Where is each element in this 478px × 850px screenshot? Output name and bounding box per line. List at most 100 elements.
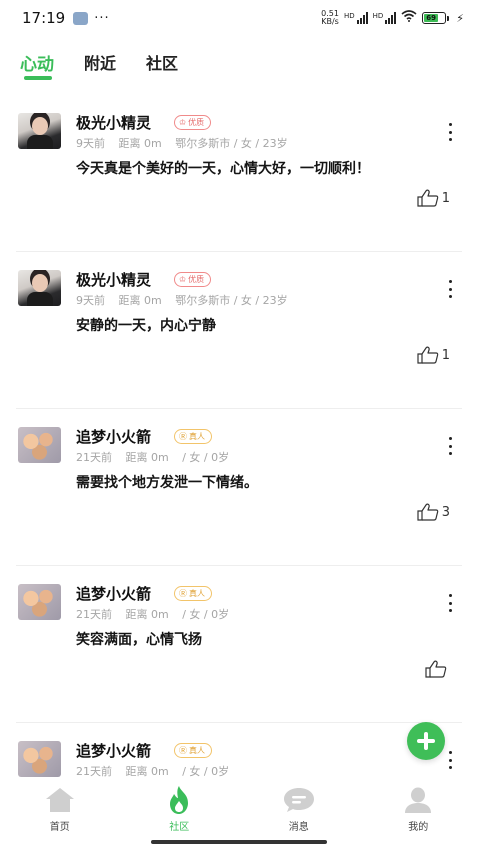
badge-label: 真人 xyxy=(189,432,205,441)
tab-community[interactable]: 社区 xyxy=(146,50,178,80)
username[interactable]: 追梦小火箭 xyxy=(76,426,151,447)
notification-app-icon xyxy=(73,11,89,25)
like-button[interactable] xyxy=(425,660,450,678)
more-options-icon[interactable] xyxy=(444,280,456,298)
post-meta: 21天前 距离 0m / 女 / 0岁 xyxy=(76,763,239,779)
flame-icon xyxy=(162,786,196,814)
post-distance: 距离 0m xyxy=(118,294,162,307)
nav-label: 我的 xyxy=(408,822,429,833)
premium-badge: ♔ 优质 xyxy=(174,115,212,130)
post-time: 21天前 xyxy=(76,451,112,464)
post-distance: 距离 0m xyxy=(125,608,169,621)
post-time: 9天前 xyxy=(76,137,105,150)
signal-icon: HD xyxy=(344,12,368,24)
post-content: 笑容满面，心情飞扬 xyxy=(76,632,202,648)
post-card[interactable]: 极光小精灵 ♔ 优质 9天前 距离 0m 鄂尔多斯市 / 女 / 23岁 今天真… xyxy=(0,95,478,252)
post-distance: 距离 0m xyxy=(118,137,162,150)
like-button[interactable]: 1 xyxy=(417,189,450,207)
like-button[interactable]: 3 xyxy=(417,503,450,521)
post-distance: 距离 0m xyxy=(125,451,169,464)
thumbs-up-icon xyxy=(425,660,447,678)
post-user-info: 鄂尔多斯市 / 女 / 23岁 xyxy=(175,137,288,150)
thumbs-up-icon xyxy=(417,346,439,364)
status-time: 17:19 xyxy=(22,9,66,27)
thumbs-up-icon xyxy=(417,189,439,207)
nav-item-community[interactable]: 社区 xyxy=(120,780,240,836)
tab-label: 心动 xyxy=(20,55,54,75)
network-speed-unit: KB/s xyxy=(321,17,339,26)
avatar[interactable] xyxy=(18,584,61,620)
signal-label: HD xyxy=(343,12,355,20)
avatar[interactable] xyxy=(18,113,61,149)
post-meta: 9天前 距离 0m 鄂尔多斯市 / 女 / 23岁 xyxy=(76,292,298,308)
wifi-icon xyxy=(401,10,417,26)
like-count: 1 xyxy=(441,347,450,363)
tab-heartbeat[interactable]: 心动 xyxy=(20,50,54,80)
post-user-info: 鄂尔多斯市 / 女 / 23岁 xyxy=(175,294,288,307)
profile-icon xyxy=(401,786,435,814)
signal-icon: HD xyxy=(373,12,397,24)
avatar[interactable] xyxy=(18,270,61,306)
crown-icon: ♔ xyxy=(179,275,187,284)
post-time: 21天前 xyxy=(76,765,112,778)
nav-label: 社区 xyxy=(169,822,190,833)
nav-item-messages[interactable]: 消息 xyxy=(239,780,359,836)
nav-label: 消息 xyxy=(288,822,309,833)
post-distance: 距离 0m xyxy=(125,765,169,778)
verified-icon: Ⓡ xyxy=(179,589,187,598)
like-count: 1 xyxy=(441,190,450,206)
tab-active-indicator xyxy=(24,76,52,80)
post-content: 需要找个地方发泄一下情绪。 xyxy=(76,475,258,491)
verified-badge: Ⓡ 真人 xyxy=(174,743,212,758)
username[interactable]: 追梦小火箭 xyxy=(76,583,151,604)
network-speed: 0.51 KB/s xyxy=(321,10,339,26)
post-time: 21天前 xyxy=(76,608,112,621)
more-options-icon[interactable] xyxy=(444,594,456,612)
post-user-info: / 女 / 0岁 xyxy=(182,451,230,464)
more-options-icon[interactable] xyxy=(444,437,456,455)
battery-level: 69 xyxy=(424,14,439,22)
nav-label: 首页 xyxy=(49,822,70,833)
post-card[interactable]: 追梦小火箭 Ⓡ 真人 21天前 距离 0m / 女 / 0岁 笑容满面，心情飞扬 xyxy=(0,566,478,723)
battery-icon: 69 xyxy=(422,12,450,24)
more-options-icon[interactable] xyxy=(444,123,456,141)
post-card[interactable]: 极光小精灵 ♔ 优质 9天前 距离 0m 鄂尔多斯市 / 女 / 23岁 安静的… xyxy=(0,252,478,409)
thumbs-up-icon xyxy=(417,503,439,521)
post-user-info: / 女 / 0岁 xyxy=(182,765,230,778)
chat-icon xyxy=(282,786,316,814)
username[interactable]: 极光小精灵 xyxy=(76,269,151,290)
tab-label: 社区 xyxy=(146,54,179,73)
like-button[interactable]: 1 xyxy=(417,346,450,364)
verified-badge: Ⓡ 真人 xyxy=(174,586,212,601)
home-icon xyxy=(43,786,77,814)
post-time: 9天前 xyxy=(76,294,105,307)
verified-icon: Ⓡ xyxy=(179,432,187,441)
signal-label: HD xyxy=(372,12,384,20)
post-content: 今天真是个美好的一天，心情大好，一切顺利！ xyxy=(76,161,370,177)
badge-label: 真人 xyxy=(189,746,205,755)
post-card[interactable]: 追梦小火箭 Ⓡ 真人 21天前 距离 0m / 女 / 0岁 xyxy=(0,723,478,780)
home-indicator[interactable] xyxy=(151,840,327,844)
tab-label: 附近 xyxy=(84,54,117,73)
post-user-info: / 女 / 0岁 xyxy=(182,608,230,621)
verified-badge: Ⓡ 真人 xyxy=(174,429,212,444)
status-icons: 0.51 KB/s HD HD 69 ⚡ xyxy=(321,10,464,26)
username[interactable]: 追梦小火箭 xyxy=(76,740,151,761)
avatar[interactable] xyxy=(18,427,61,463)
avatar[interactable] xyxy=(18,741,61,777)
more-notifications-icon: ··· xyxy=(94,10,110,26)
verified-icon: Ⓡ xyxy=(179,746,187,755)
post-meta: 9天前 距离 0m 鄂尔多斯市 / 女 / 23岁 xyxy=(76,135,298,151)
crown-icon: ♔ xyxy=(179,118,187,127)
top-tabs: 心动 附近 社区 xyxy=(20,50,178,80)
username[interactable]: 极光小精灵 xyxy=(76,112,151,133)
post-meta: 21天前 距离 0m / 女 / 0岁 xyxy=(76,449,239,465)
post-meta: 21天前 距离 0m / 女 / 0岁 xyxy=(76,606,239,622)
nav-item-home[interactable]: 首页 xyxy=(0,780,120,836)
premium-badge: ♔ 优质 xyxy=(174,272,212,287)
more-options-icon[interactable] xyxy=(444,751,456,769)
nav-item-profile[interactable]: 我的 xyxy=(359,780,478,836)
post-card[interactable]: 追梦小火箭 Ⓡ 真人 21天前 距离 0m / 女 / 0岁 需要找个地方发泄一… xyxy=(0,409,478,566)
create-post-button[interactable] xyxy=(407,722,445,760)
tab-nearby[interactable]: 附近 xyxy=(84,50,116,80)
